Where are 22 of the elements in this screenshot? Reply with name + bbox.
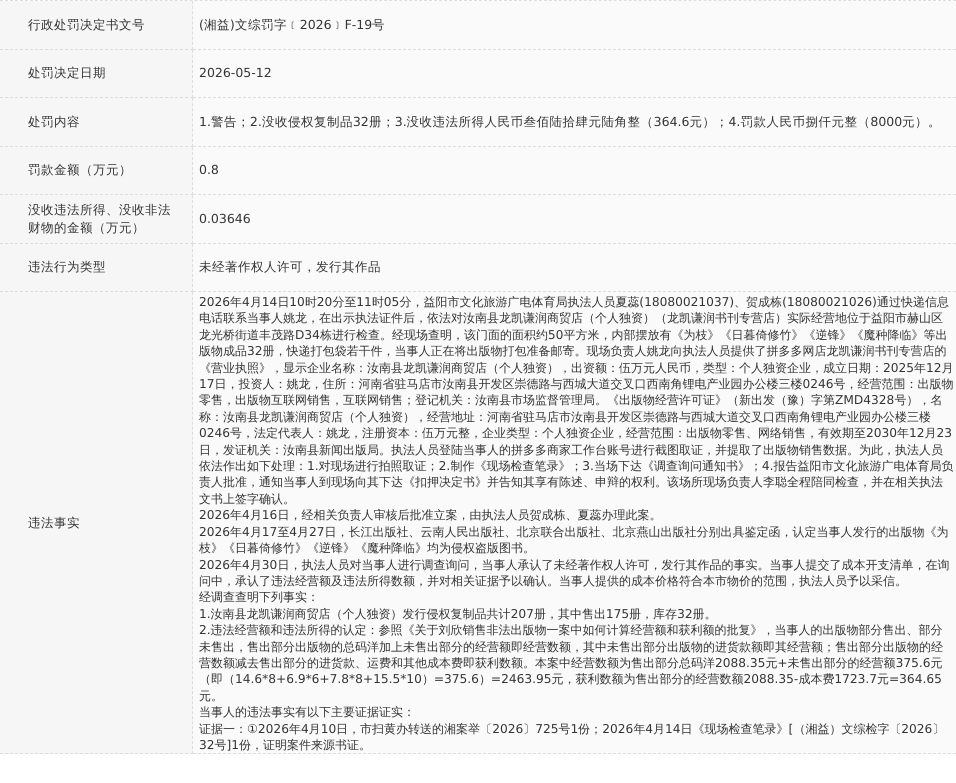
field-label: 罚款金额（万元） bbox=[0, 146, 193, 195]
facts-paragraph: 2026年4月16日，经相关负责人审核后批准立案，由执法人员贺成栋、夏蕊办理此案。 bbox=[199, 507, 662, 524]
facts-paragraph: 2.违法经营额和违法所得的认定：参照《关于刘欣销售非法出版物一案中如何计算经营额和获利额的批复》，当事人的出版物部分售出、部分未售出，售出部分出版物的总码洋加上未售出部分的经营额即经营数额，其中未售出部分出版物的进货款额即其经营额；售出部分出版物的经营数额减去售出部分的进货款、运费和其他成本费即获利数额。本案中经营数额为售出部分总码洋2088.35元+未售出部分的经营额375.6元（即（14.6*8+6.9*6+7.8*8+15.5*10）=375.6）=2463.95元，获利数额为售出部分的经营数额2088.35-成本费1723.7元=364.65元。 bbox=[199, 622, 944, 704]
facts-paragraph: 2026年4月17至4月27日，长江出版社、云南人民出版社、北京联合出版社、北京燕山出版社分别出具鉴定函，认定当事人发行的出版物《为枝》《日暮倚修竹》《逆锋》《魔种降临》均为侵权盗版图书。 bbox=[199, 524, 950, 556]
field-label: 处罚内容 bbox=[0, 98, 193, 146]
facts-paragraph: 2026年4月14日10时20分至11时05分，益阳市文化旅游广电体育局执法人员夏蕊(18080021037)、贺成栋(18080021026)通过快递信息电话联系当事人姚龙，在出示执法证件后，依法对汝南县龙凯谦润商贸店（个人独资）（龙凯谦润书刊专营店）实际经营地位于益阳市赫山区龙光桥街道丰茂路D34栋进行检查。经现场查明，该门面的面积约50平方米，内部摆放有《为枝》《日暮倚修竹》《逆锋》《魔种降临》等出版物成品32册，快递打包袋若干件，当事人正在将出版物打包准备邮寄。现场负责人姚龙向执法人员提供了拼多多网店龙凯谦润书刊专营店的《营业执照》，显示企业名称：汝南县龙凯谦润商贸店（个人独资），出资额：伍万元人民币，类型：个人独资企业，成立日期：2025年12月17日，投资人：姚龙，住所：河南省驻马店市汝南县开发区崇德路与西城大道交叉口西南角锂电产业园办公楼三楼0246号，经营范围：出版物零售，出版物互联网销售，互联网销售；登记机关：汝南县市场监督管理局。《出版物经营许可证》（新出发（豫）字第ZMD4328号），名称：汝南县龙凯谦润商贸店（个人独资），经营地址：河南省驻马店市汝南县开发区崇德路与西城大道交叉口西南角锂电产业园办公楼三楼0246号，法定代表人：姚龙，注册资本：伍万元整，企业类型：个人独资企业，经营范围：出版物零售、网络销售，有效期至2030年12月23日，发证机关：汝南县新闻出版局。执法人员登陆当事人的拼多多商家工作台账号进行截图取证，并提取了出版物销售数据。为此，执法人员依法作出如下处理：1.对现场进行拍照取证；2.制作《现场检查笔录》；3.当场下达《调查询问通知书》；4.报告益阳市文化旅游广电体育局负责人批准，通知当事人到现场向其下达《扣押决定书》并告知其享有陈述、申辩的权利。该场所现场负责人李聪全程陪同检查，并在相关执法文书上签字确认。 bbox=[199, 294, 954, 508]
field-value: 1.警告；2.没收侵权复制品32册；3.没收违法所得人民币叁佰陆拾肆元陆角整（364.6元）；4.罚款人民币捌仟元整（8000元）。 bbox=[193, 98, 956, 146]
field-value: 0.03646 bbox=[193, 195, 956, 244]
field-value: 0.8 bbox=[193, 146, 956, 195]
field-label: 违法行为类型 bbox=[0, 244, 193, 292]
field-value: (湘益)文综罚字﹝2026﹞F-19号 bbox=[193, 1, 956, 50]
facts-paragraph: 1.汝南县龙凯谦润商贸店（个人独资）发行侵权复制品共计207册，其中售出175册，库存32册。 bbox=[199, 606, 718, 622]
field-label: 行政处罚决定书文号 bbox=[0, 1, 193, 50]
facts-paragraph: 经调查查明下列事实： bbox=[199, 589, 320, 606]
field-value: 2026-05-12 bbox=[193, 50, 956, 98]
field-label: 违法事实 bbox=[0, 292, 193, 754]
facts-paragraph: 证据一：①2026年4月10日，市扫黄办转送的湘案举〔2026〕725号1份；2026年4月14日《现场检查笔录》[（湘益）文综检字〔2026〕32号]1份，证明案件来源书证。 bbox=[199, 720, 946, 754]
field-value: 未经著作权人许可，发行其作品 bbox=[193, 244, 956, 292]
field-label: 没收违法所得、没收非法财物的金额（万元） bbox=[0, 195, 193, 244]
facts-paragraph: 2026年4月30日，执法人员对当事人进行调查询问，当事人承认了未经著作权人许可，发行其作品的事实。当事人提交了成本开支清单，在询问中，承认了违法经营额及违法所得数额，并对相关证据予以确认。当事人提供的成本价格符合本市物价的范围，执法人员予以采信。 bbox=[199, 556, 950, 590]
field-label: 处罚决定日期 bbox=[0, 50, 193, 98]
facts-paragraph: 当事人的违法事实有以下主要证据证实： bbox=[199, 704, 416, 721]
